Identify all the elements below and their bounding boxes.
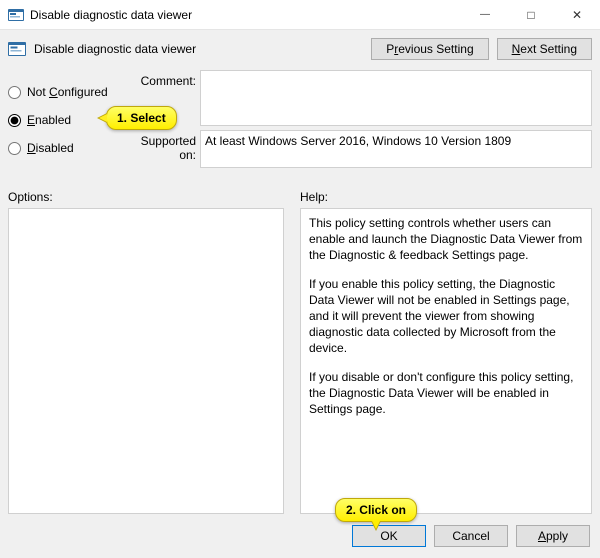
minimize-button[interactable] (462, 0, 508, 29)
comment-label: Comment: (126, 70, 200, 88)
close-button[interactable] (554, 0, 600, 29)
titlebar: Disable diagnostic data viewer (0, 0, 600, 30)
supported-label: Supported on: (126, 130, 200, 162)
policy-icon (8, 40, 28, 58)
help-paragraph: This policy setting controls whether use… (309, 215, 583, 264)
annotation-select: 1. Select (106, 106, 177, 130)
options-pane: Options: (8, 184, 284, 514)
help-label: Help: (300, 184, 592, 208)
cancel-button[interactable]: Cancel (434, 525, 508, 547)
state-radio-group: Not Configured Enabled 1. Select Disable… (8, 70, 118, 182)
help-paragraph: If you disable or don't configure this p… (309, 369, 583, 418)
options-label: Options: (8, 184, 284, 208)
policy-title: Disable diagnostic data viewer (34, 42, 196, 56)
annotation-click-ok: 2. Click on (335, 498, 417, 522)
gpedit-policy-window: Disable diagnostic data viewer Disable d… (0, 0, 600, 558)
help-box: This policy setting controls whether use… (300, 208, 592, 514)
radio-not-configured-input[interactable] (8, 86, 21, 99)
dialog-footer: 2. Click on OK Cancel Apply (0, 514, 600, 558)
configuration-area: Not Configured Enabled 1. Select Disable… (0, 68, 600, 184)
next-setting-button[interactable]: Next Setting (497, 38, 592, 60)
window-title: Disable diagnostic data viewer (30, 8, 462, 22)
radio-not-configured[interactable]: Not Configured (8, 78, 118, 106)
supported-row: Supported on: At least Windows Server 20… (126, 130, 592, 168)
help-paragraph: If you enable this policy setting, the D… (309, 276, 583, 357)
lower-panes: Options: Help: This policy setting contr… (0, 184, 600, 514)
window-controls (462, 0, 600, 29)
radio-disabled-input[interactable] (8, 142, 21, 155)
previous-setting-button[interactable]: Previous Setting (371, 38, 488, 60)
pane-splitter[interactable] (290, 184, 294, 514)
policy-header-row: Disable diagnostic data viewer Previous … (0, 30, 600, 68)
ok-button[interactable]: OK (352, 525, 426, 547)
comment-row: Comment: (126, 70, 592, 126)
maximize-button[interactable] (508, 0, 554, 29)
supported-on-text: At least Windows Server 2016, Windows 10… (200, 130, 592, 168)
options-box (8, 208, 284, 514)
help-pane: Help: This policy setting controls wheth… (300, 184, 592, 514)
config-right: Comment: Supported on: At least Windows … (126, 70, 592, 182)
comment-input[interactable] (200, 70, 592, 126)
radio-disabled[interactable]: Disabled (8, 134, 118, 162)
radio-enabled[interactable]: Enabled 1. Select (8, 106, 118, 134)
radio-enabled-input[interactable] (8, 114, 21, 127)
window-icon (8, 7, 24, 23)
apply-button[interactable]: Apply (516, 525, 590, 547)
